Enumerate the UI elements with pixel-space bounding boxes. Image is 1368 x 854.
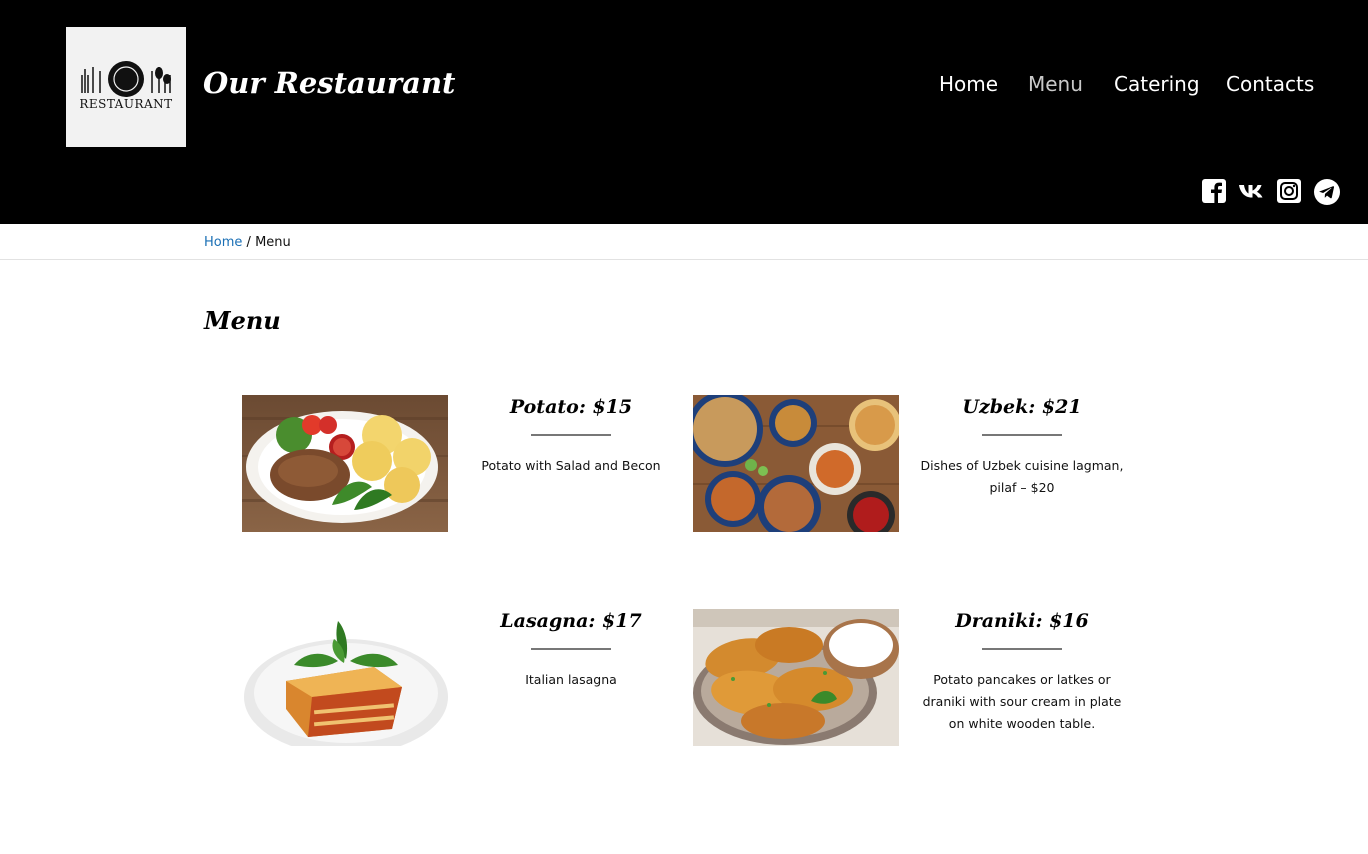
divider bbox=[531, 434, 611, 436]
divider bbox=[531, 648, 611, 650]
potato-dish-photo[interactable] bbox=[242, 395, 448, 532]
main-nav: Home Menu Catering Contacts bbox=[0, 72, 1368, 102]
menu-item-name: Draniki: $16 bbox=[955, 610, 1089, 632]
menu-item-description: Dishes of Uzbek cuisine lagman, pilaf – … bbox=[920, 458, 1124, 495]
breadcrumb-bar: Home / Menu bbox=[0, 224, 1368, 260]
menu-item-body: Uzbek: $21 Dishes of Uzbek cuisine lagma… bbox=[918, 395, 1126, 499]
instagram-icon[interactable] bbox=[1276, 178, 1302, 204]
menu-item-name: Uzbek: $21 bbox=[962, 396, 1082, 418]
menu-item-description: Italian lasagna bbox=[525, 672, 617, 687]
breadcrumb-current: Menu bbox=[255, 235, 291, 250]
menu-item-body: Lasagna: $17 Italian lasagna bbox=[467, 609, 675, 691]
lasagna-photo[interactable] bbox=[242, 609, 448, 746]
vk-icon[interactable] bbox=[1238, 178, 1264, 204]
menu-item: Uzbek: $21 Dishes of Uzbek cuisine lagma… bbox=[693, 395, 1133, 555]
menu-item-body: Potato: $15 Potato with Salad and Becon bbox=[467, 395, 675, 477]
breadcrumb-home-link[interactable]: Home bbox=[204, 235, 242, 250]
menu-item-body: Draniki: $16 Potato pancakes or latkes o… bbox=[918, 609, 1126, 735]
telegram-icon[interactable] bbox=[1313, 178, 1340, 205]
site-header: RESTAURANT Our Restaurant Home Menu Cate… bbox=[0, 0, 1368, 224]
menu-item-name: Potato: $15 bbox=[509, 396, 633, 418]
divider bbox=[982, 434, 1062, 436]
menu-item: Draniki: $16 Potato pancakes or latkes o… bbox=[693, 609, 1133, 769]
draniki-photo[interactable] bbox=[693, 609, 899, 746]
divider bbox=[982, 648, 1062, 650]
nav-item-catering[interactable]: Catering bbox=[1114, 72, 1200, 96]
menu-item: Lasagna: $17 Italian lasagna bbox=[242, 609, 682, 769]
menu-item-description: Potato with Salad and Becon bbox=[481, 458, 661, 473]
breadcrumb-separator: / bbox=[246, 235, 251, 250]
nav-item-menu[interactable]: Menu bbox=[1028, 72, 1083, 96]
menu-item-name: Lasagna: $17 bbox=[500, 610, 642, 632]
facebook-icon[interactable] bbox=[1201, 178, 1227, 204]
nav-item-home[interactable]: Home bbox=[939, 72, 998, 96]
nav-item-contacts[interactable]: Contacts bbox=[1226, 72, 1314, 96]
breadcrumb: Home / Menu bbox=[204, 235, 291, 250]
page-title: Menu bbox=[204, 306, 281, 335]
menu-item-description: Potato pancakes or latkes or draniki wit… bbox=[922, 672, 1122, 731]
social-links bbox=[0, 178, 1368, 206]
uzbek-dishes-photo[interactable] bbox=[693, 395, 899, 532]
menu-item: Potato: $15 Potato with Salad and Becon bbox=[242, 395, 682, 555]
